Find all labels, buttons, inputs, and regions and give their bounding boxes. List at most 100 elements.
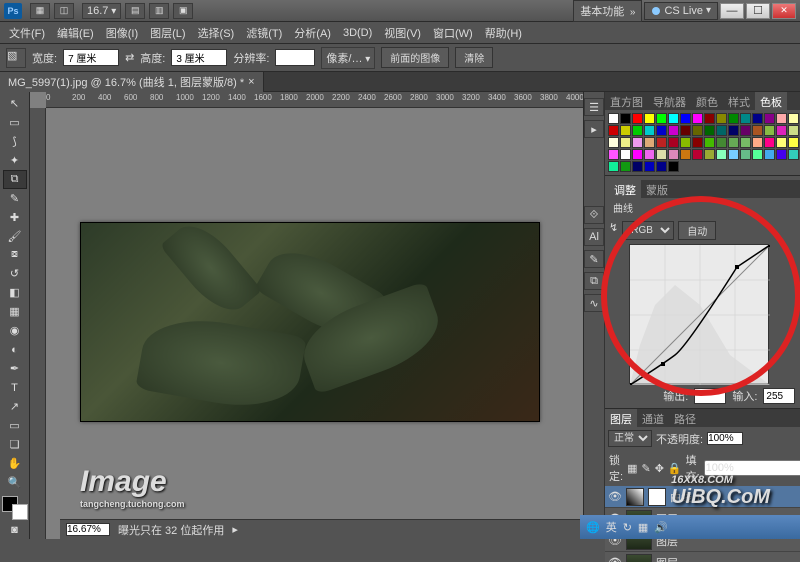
tab-paths[interactable]: 路径 <box>669 409 701 427</box>
swatch[interactable] <box>632 149 643 160</box>
res-input[interactable] <box>275 49 315 66</box>
swatch[interactable] <box>728 125 739 136</box>
fg-bg-colors[interactable] <box>2 496 28 520</box>
history-brush-icon[interactable]: ↺ <box>3 264 27 283</box>
tab-masks[interactable]: 蒙版 <box>641 180 673 198</box>
swatch[interactable] <box>752 149 763 160</box>
3d-tool-icon[interactable]: ❏ <box>3 435 27 454</box>
strip-char-icon[interactable]: ⟐ <box>584 206 604 224</box>
swatch[interactable] <box>716 149 727 160</box>
swatch[interactable] <box>740 113 751 124</box>
swatch[interactable] <box>788 113 799 124</box>
swatch[interactable] <box>728 113 739 124</box>
res-unit-select[interactable]: 像素/… ▾ <box>321 47 375 69</box>
menu-edit[interactable]: 编辑(E) <box>52 23 99 43</box>
swatch[interactable] <box>716 125 727 136</box>
swatch[interactable] <box>656 125 667 136</box>
swatch[interactable] <box>776 149 787 160</box>
type-tool-icon[interactable]: T <box>3 378 27 397</box>
cslive-button[interactable]: CS Live ▾ <box>644 2 718 20</box>
swatch[interactable] <box>728 149 739 160</box>
lock-all-icon[interactable]: 🔒 <box>668 462 682 475</box>
swatch[interactable] <box>632 113 643 124</box>
hand-tool-icon[interactable]: ✋ <box>3 454 27 473</box>
swatch[interactable] <box>704 137 715 148</box>
swatch[interactable] <box>764 125 775 136</box>
stamp-tool-icon[interactable]: ⧇ <box>3 246 27 265</box>
swatch[interactable] <box>764 113 775 124</box>
menu-file[interactable]: 文件(F) <box>4 23 50 43</box>
swatch[interactable] <box>632 137 643 148</box>
swap-icon[interactable]: ⇄ <box>125 51 134 64</box>
menu-window[interactable]: 窗口(W) <box>428 23 478 43</box>
zoom-tool-icon[interactable]: 🔍 <box>3 473 27 492</box>
status-zoom-input[interactable] <box>66 523 110 536</box>
swatch[interactable] <box>728 137 739 148</box>
swatch[interactable] <box>776 125 787 136</box>
swatch[interactable] <box>620 125 631 136</box>
document-tab[interactable]: MG_5997(1).jpg @ 16.7% (曲线 1, 图层蒙版/8) * … <box>0 72 264 92</box>
tab-histogram[interactable]: 直方图 <box>605 92 648 110</box>
bridge-icon[interactable]: ▦ <box>30 3 50 19</box>
pen-tool-icon[interactable]: ✒ <box>3 359 27 378</box>
curves-auto-button[interactable]: 自动 <box>678 221 716 240</box>
swatch[interactable] <box>620 113 631 124</box>
strip-nav-icon[interactable]: ∿ <box>584 294 604 312</box>
swatch[interactable] <box>644 149 655 160</box>
curves-output-input[interactable] <box>694 388 726 404</box>
swatch[interactable] <box>620 149 631 160</box>
strip-brush-icon[interactable]: ✎ <box>584 250 604 268</box>
swatch[interactable] <box>632 161 643 172</box>
lock-trans-icon[interactable]: ▦ <box>627 462 637 475</box>
swatch[interactable] <box>704 113 715 124</box>
swatch[interactable] <box>656 161 667 172</box>
swatch[interactable] <box>776 137 787 148</box>
swatch[interactable] <box>644 113 655 124</box>
swatch[interactable] <box>644 161 655 172</box>
tab-channels[interactable]: 通道 <box>637 409 669 427</box>
minimize-button[interactable]: — <box>720 3 744 19</box>
menu-help[interactable]: 帮助(H) <box>480 23 527 43</box>
workspace-switcher[interactable]: 基本功能 » <box>573 0 642 22</box>
swatch[interactable] <box>692 137 703 148</box>
heal-tool-icon[interactable]: ✚ <box>3 208 27 227</box>
move-tool-icon[interactable]: ↖ <box>3 94 27 113</box>
menu-image[interactable]: 图像(I) <box>101 23 143 43</box>
swatch[interactable] <box>608 137 619 148</box>
strip-actions-icon[interactable]: ▸ <box>584 120 604 138</box>
swatch[interactable] <box>788 149 799 160</box>
swatch[interactable] <box>716 137 727 148</box>
swatch[interactable] <box>644 125 655 136</box>
menu-analysis[interactable]: 分析(A) <box>289 23 336 43</box>
eyedropper-icon[interactable]: ✎ <box>3 189 27 208</box>
opacity-input[interactable] <box>707 432 743 445</box>
minibridge-icon[interactable]: ◫ <box>54 3 74 19</box>
swatch[interactable] <box>740 125 751 136</box>
menu-select[interactable]: 选择(S) <box>193 23 240 43</box>
swatches-grid[interactable] <box>605 110 800 175</box>
lasso-tool-icon[interactable]: ⟆ <box>3 132 27 151</box>
menu-filter[interactable]: 滤镜(T) <box>241 23 287 43</box>
marquee-tool-icon[interactable]: ▭ <box>3 113 27 132</box>
curves-picker-icon[interactable]: ↯ <box>609 221 618 240</box>
menu-view[interactable]: 视图(V) <box>379 23 426 43</box>
swatch[interactable] <box>692 125 703 136</box>
layer-row[interactable]: 👁图层 <box>605 552 800 562</box>
swatch[interactable] <box>668 113 679 124</box>
maximize-button[interactable]: ☐ <box>746 3 770 19</box>
lock-pos-icon[interactable]: ✥ <box>655 462 664 475</box>
strip-para-icon[interactable]: Al <box>584 228 604 246</box>
lock-pixels-icon[interactable]: ✎ <box>641 462 650 475</box>
swatch[interactable] <box>608 149 619 160</box>
crop-tool-preset[interactable]: ▧ <box>6 48 26 68</box>
swatch[interactable] <box>668 125 679 136</box>
swatch[interactable] <box>656 113 667 124</box>
visibility-icon[interactable]: 👁 <box>608 556 622 562</box>
swatch[interactable] <box>704 125 715 136</box>
swatch[interactable] <box>752 137 763 148</box>
tab-swatches[interactable]: 色板 <box>755 92 787 110</box>
swatch[interactable] <box>668 149 679 160</box>
visibility-icon[interactable]: 👁 <box>608 490 622 503</box>
crop-tool-icon[interactable]: ⧉ <box>3 170 27 189</box>
swatch[interactable] <box>620 161 631 172</box>
